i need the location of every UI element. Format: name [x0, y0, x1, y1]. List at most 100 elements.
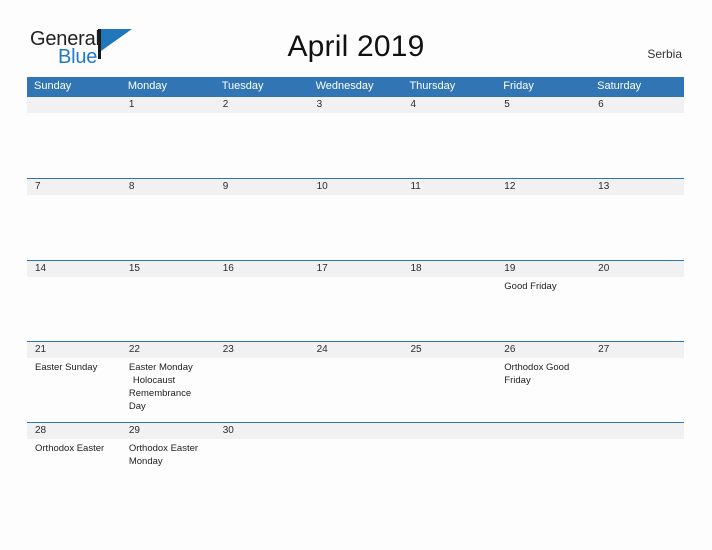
- date-number[interactable]: [27, 97, 121, 113]
- week-date-band: 28 29 30: [27, 423, 684, 439]
- day-cell[interactable]: [590, 439, 684, 499]
- week-row: 7 8 9 10 11 12 13: [27, 178, 684, 260]
- day-cell[interactable]: [215, 113, 309, 178]
- day-header-monday: Monday: [127, 80, 167, 92]
- date-number[interactable]: 1: [121, 97, 215, 113]
- day-cell[interactable]: Orthodox Easter: [27, 439, 121, 499]
- day-header-saturday: Saturday: [597, 80, 642, 92]
- day-cell[interactable]: Easter Monday Holocaust Remembrance Day: [121, 358, 215, 422]
- page-header: General Blue April 2019 Serbia: [0, 0, 712, 77]
- day-cell[interactable]: Orthodox Good Friday: [496, 358, 590, 422]
- week-row: 1 2 3 4 5 6: [27, 96, 684, 178]
- holiday-event: Orthodox Easter: [35, 443, 105, 454]
- day-cell[interactable]: Good Friday: [496, 277, 590, 341]
- page-title: April 2019: [287, 30, 425, 63]
- day-header-tuesday: Tuesday: [221, 80, 264, 92]
- date-number[interactable]: 24: [309, 342, 403, 358]
- date-number[interactable]: 20: [590, 261, 684, 277]
- date-number[interactable]: 19: [496, 261, 590, 277]
- date-number[interactable]: 17: [309, 261, 403, 277]
- day-cell[interactable]: [496, 113, 590, 178]
- date-number[interactable]: 8: [121, 179, 215, 195]
- day-cell[interactable]: Orthodox Easter Monday: [121, 439, 215, 499]
- day-header-friday: Friday: [503, 80, 534, 92]
- calendar-page: General Blue April 2019 Serbia Sunday Mo…: [0, 0, 712, 550]
- date-number[interactable]: 9: [215, 179, 309, 195]
- week-row: 14 15 16 17 18 19 20 Good Friday: [27, 260, 684, 341]
- holiday-event: Easter Sunday: [35, 362, 98, 373]
- date-number[interactable]: 26: [496, 342, 590, 358]
- calendar-grid: Sunday Monday Tuesday Wednesday Thursday…: [27, 77, 684, 499]
- date-number[interactable]: [496, 423, 590, 439]
- date-number[interactable]: 7: [27, 179, 121, 195]
- day-cell[interactable]: Easter Sunday: [27, 358, 121, 422]
- week-row: 28 29 30 Orthodox Easter Orthodox Easter…: [27, 422, 684, 499]
- day-cell[interactable]: [215, 195, 309, 260]
- day-header-thursday: Thursday: [409, 80, 456, 92]
- day-cell[interactable]: [309, 439, 403, 499]
- date-number[interactable]: [590, 423, 684, 439]
- day-cell[interactable]: [121, 277, 215, 341]
- day-cell[interactable]: [309, 358, 403, 422]
- date-number[interactable]: 5: [496, 97, 590, 113]
- week-date-band: 7 8 9 10 11 12 13: [27, 179, 684, 195]
- week-date-band: 1 2 3 4 5 6: [27, 97, 684, 113]
- day-cell[interactable]: [215, 358, 309, 422]
- region-label: Serbia: [647, 47, 682, 61]
- day-cell[interactable]: [27, 113, 121, 178]
- date-number[interactable]: 2: [215, 97, 309, 113]
- holiday-event: Holocaust Remembrance Day: [128, 375, 192, 412]
- date-number[interactable]: 18: [402, 261, 496, 277]
- day-cell[interactable]: [27, 195, 121, 260]
- week-row: 21 22 23 24 25 26 27 Easter Sunday Easte…: [27, 341, 684, 422]
- date-number[interactable]: 21: [27, 342, 121, 358]
- date-number[interactable]: 14: [27, 261, 121, 277]
- date-number[interactable]: 29: [121, 423, 215, 439]
- day-cell[interactable]: [27, 277, 121, 341]
- day-cell[interactable]: [496, 439, 590, 499]
- week-date-band: 21 22 23 24 25 26 27: [27, 342, 684, 358]
- day-cell[interactable]: [309, 113, 403, 178]
- day-cell[interactable]: [590, 195, 684, 260]
- date-number[interactable]: 22: [121, 342, 215, 358]
- day-cell[interactable]: [590, 358, 684, 422]
- week-event-band: Good Friday: [27, 277, 684, 341]
- date-number[interactable]: 4: [402, 97, 496, 113]
- holiday-event: Orthodox Good Friday: [504, 362, 570, 386]
- day-cell[interactable]: [590, 113, 684, 178]
- day-cell[interactable]: [215, 439, 309, 499]
- week-event-band: [27, 113, 684, 178]
- date-number[interactable]: 11: [402, 179, 496, 195]
- date-number[interactable]: 15: [121, 261, 215, 277]
- day-of-week-header-row: Sunday Monday Tuesday Wednesday Thursday…: [27, 77, 684, 96]
- holiday-event: Easter Monday: [128, 362, 193, 373]
- holiday-event: Orthodox Easter Monday: [128, 443, 199, 467]
- day-cell[interactable]: [402, 358, 496, 422]
- day-cell[interactable]: [402, 195, 496, 260]
- date-number[interactable]: 10: [309, 179, 403, 195]
- day-cell[interactable]: [590, 277, 684, 341]
- date-number[interactable]: 23: [215, 342, 309, 358]
- date-number[interactable]: 30: [215, 423, 309, 439]
- day-cell[interactable]: [402, 277, 496, 341]
- day-cell[interactable]: [309, 195, 403, 260]
- date-number[interactable]: 28: [27, 423, 121, 439]
- date-number[interactable]: 3: [309, 97, 403, 113]
- date-number[interactable]: 25: [402, 342, 496, 358]
- day-cell[interactable]: [215, 277, 309, 341]
- day-header-sunday: Sunday: [34, 80, 72, 92]
- date-number[interactable]: 27: [590, 342, 684, 358]
- date-number[interactable]: [309, 423, 403, 439]
- day-cell[interactable]: [121, 113, 215, 178]
- date-number[interactable]: [402, 423, 496, 439]
- date-number[interactable]: 12: [496, 179, 590, 195]
- day-cell[interactable]: [402, 439, 496, 499]
- day-cell[interactable]: [402, 113, 496, 178]
- date-number[interactable]: 13: [590, 179, 684, 195]
- day-cell[interactable]: [496, 195, 590, 260]
- day-cell[interactable]: [309, 277, 403, 341]
- week-event-band: [27, 195, 684, 260]
- date-number[interactable]: 6: [590, 97, 684, 113]
- day-cell[interactable]: [121, 195, 215, 260]
- date-number[interactable]: 16: [215, 261, 309, 277]
